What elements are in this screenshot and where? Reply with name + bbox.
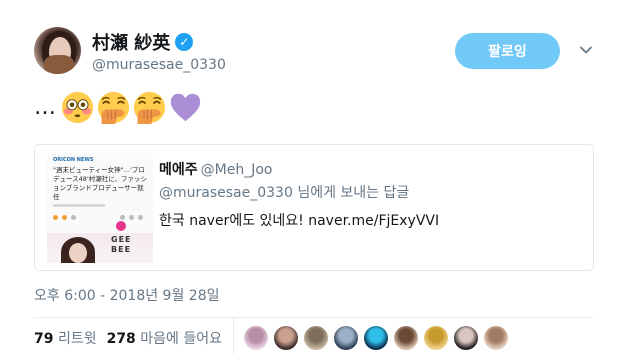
following-button[interactable]: 팔로잉 — [455, 33, 560, 69]
liker-avatar[interactable] — [364, 326, 388, 350]
liker-avatar[interactable] — [304, 326, 328, 350]
thumbnail-line: 任 — [53, 193, 60, 201]
liker-avatar[interactable] — [454, 326, 478, 350]
quoted-tweet-author[interactable]: 메에주 @Meh_Joo — [159, 159, 272, 179]
divider — [34, 317, 594, 318]
author-avatar[interactable] — [34, 27, 81, 74]
verified-badge-icon: ✓ — [175, 33, 194, 51]
author-handle[interactable]: @murasesae_0330 — [92, 57, 226, 73]
like-stat[interactable]: 278 마음에 들어요 — [107, 328, 222, 348]
quoted-tweet-body: 한국 naver에도 있네요! naver.me/FjExyVVI — [159, 213, 440, 229]
retweet-stat[interactable]: 79 리트윗 — [34, 328, 97, 348]
liker-avatar[interactable] — [394, 326, 418, 350]
author-name-text[interactable]: 村瀬 紗英 — [92, 29, 170, 55]
tweet-stats: 79 리트윗 278 마음에 들어요 — [34, 323, 222, 353]
quoted-author-handle[interactable]: @Meh_Joo — [201, 162, 273, 178]
quoted-tweet-thumbnail: ORICON NEWS "週末ビューティー女神"…'プロ デュース48'村瀬社に… — [47, 153, 153, 263]
purple-heart-icon — [169, 91, 202, 124]
divider — [233, 318, 234, 354]
tweet-text-ellipsis: … — [34, 94, 56, 120]
tweet-text: … — [34, 89, 202, 125]
quoted-tweet-card[interactable]: ORICON NEWS "週末ビューティー女神"…'プロ デュース48'村瀬社に… — [34, 144, 594, 271]
thumbnail-brand-text: GEE BEE — [111, 235, 132, 254]
tweet-timestamp[interactable]: 오후 6:00 - 2018년 9월 28일 — [34, 285, 220, 305]
reply-context: @murasesae_0330 님에게 보내는 답글 — [159, 182, 409, 202]
liker-avatar[interactable] — [274, 326, 298, 350]
face-with-hand-over-mouth-icon — [97, 91, 130, 124]
thumbnail-photo: GEE BEE — [47, 233, 153, 263]
liker-avatar[interactable] — [484, 326, 508, 350]
author-display-name[interactable]: 村瀬 紗英 ✓ — [92, 29, 194, 55]
face-with-hand-over-mouth-icon — [133, 91, 166, 124]
thumbnail-line: ョンブランドプロデューサー就 — [53, 184, 144, 192]
chevron-down-icon[interactable] — [578, 42, 594, 58]
liker-avatar[interactable] — [334, 326, 358, 350]
thumbnail-tag: ORICON NEWS — [53, 157, 94, 163]
reply-mention-link[interactable]: @murasesae_0330 — [159, 185, 293, 201]
liker-avatar[interactable] — [424, 326, 448, 350]
liker-avatar[interactable] — [244, 326, 268, 350]
reply-suffix: 님에게 보내는 답글 — [297, 185, 410, 201]
thumbnail-line: デュース48'村瀬社に、ファッシ — [53, 175, 148, 183]
flushed-face-icon — [61, 91, 94, 124]
thumbnail-line: "週末ビューティー女神"…'プロ — [53, 166, 145, 174]
thumbnail-badge-icon — [116, 221, 126, 231]
likers-avatar-list — [244, 326, 508, 350]
quoted-author-name[interactable]: 메에주 — [159, 162, 198, 178]
